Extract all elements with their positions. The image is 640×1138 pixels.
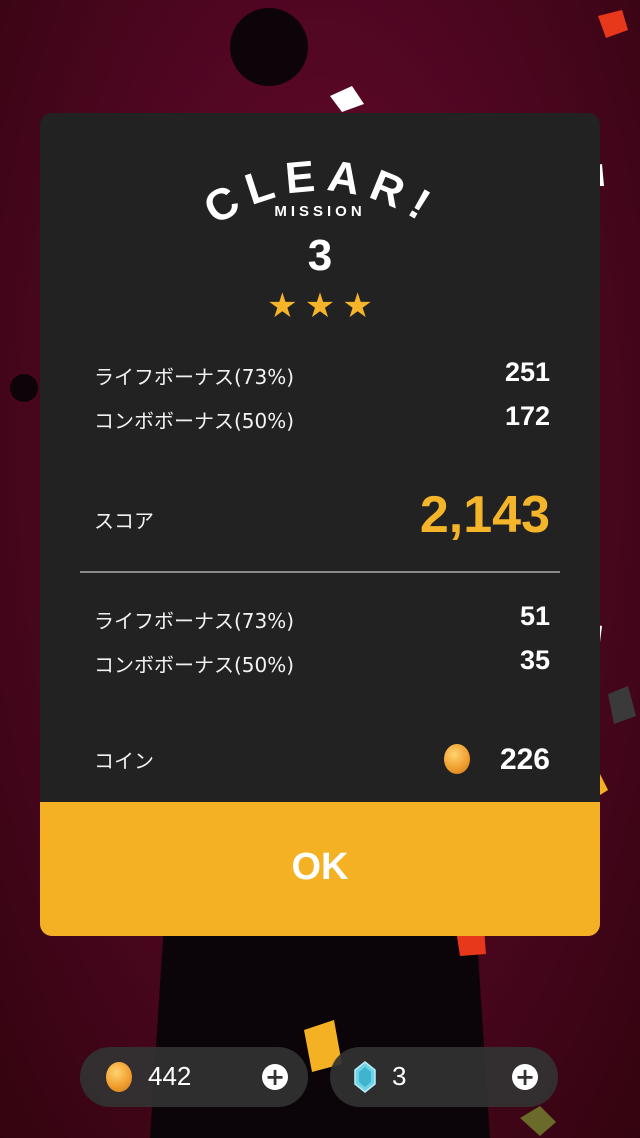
coin-total-value: 226 bbox=[499, 743, 550, 776]
ok-button-label: OK bbox=[291, 846, 349, 888]
svg-text:CLEAR!: CLEAR! bbox=[196, 151, 447, 234]
ok-button[interactable]: OK bbox=[40, 802, 600, 936]
coin-icon bbox=[444, 744, 470, 774]
star-icon: ★ bbox=[342, 286, 373, 326]
coin-label: コイン bbox=[94, 749, 154, 773]
row-value: 172 bbox=[504, 401, 550, 431]
row-value: 51 bbox=[519, 601, 550, 631]
gem-icon bbox=[354, 1061, 376, 1093]
gem-balance-bar: 3 + bbox=[330, 1047, 558, 1107]
clear-title: CLEAR! bbox=[196, 151, 447, 234]
score-life-bonus-row: ライフボーナス(73%) 251 bbox=[94, 355, 550, 395]
row-value: 251 bbox=[504, 357, 550, 387]
score-label: スコア bbox=[94, 509, 154, 533]
row-label: コンボボーナス(50%) bbox=[94, 409, 295, 433]
add-coins-button[interactable]: + bbox=[262, 1064, 288, 1090]
gem-balance: 3 bbox=[392, 1061, 407, 1091]
coin-balance: 442 bbox=[148, 1061, 192, 1091]
mission-label: MISSION bbox=[274, 203, 366, 220]
divider bbox=[80, 571, 560, 573]
coin-combo-bonus-row: コンボボーナス(50%) 35 bbox=[94, 643, 550, 683]
mission-number: 3 bbox=[307, 231, 333, 280]
row-label: ライフボーナス(73%) bbox=[94, 609, 295, 633]
coin-balance-bar: 442 + bbox=[80, 1047, 308, 1107]
star-rating: ★ ★ ★ bbox=[40, 289, 600, 323]
star-icon: ★ bbox=[267, 286, 298, 326]
row-label: ライフボーナス(73%) bbox=[94, 365, 295, 389]
row-label: コンボボーナス(50%) bbox=[94, 653, 295, 677]
coin-icon bbox=[106, 1062, 132, 1092]
result-card: CLEAR! MISSION 3 ★ ★ ★ ライフボーナス(73%) 251 … bbox=[40, 113, 600, 936]
score-value: 2,143 bbox=[419, 486, 550, 544]
coin-total-row: コイン bbox=[94, 739, 550, 779]
row-value: 35 bbox=[519, 645, 550, 675]
star-icon: ★ bbox=[304, 286, 336, 326]
score-combo-bonus-row: コンボボーナス(50%) 172 bbox=[94, 399, 550, 439]
add-gems-button[interactable]: + bbox=[512, 1064, 538, 1090]
coin-life-bonus-row: ライフボーナス(73%) 51 bbox=[94, 599, 550, 639]
